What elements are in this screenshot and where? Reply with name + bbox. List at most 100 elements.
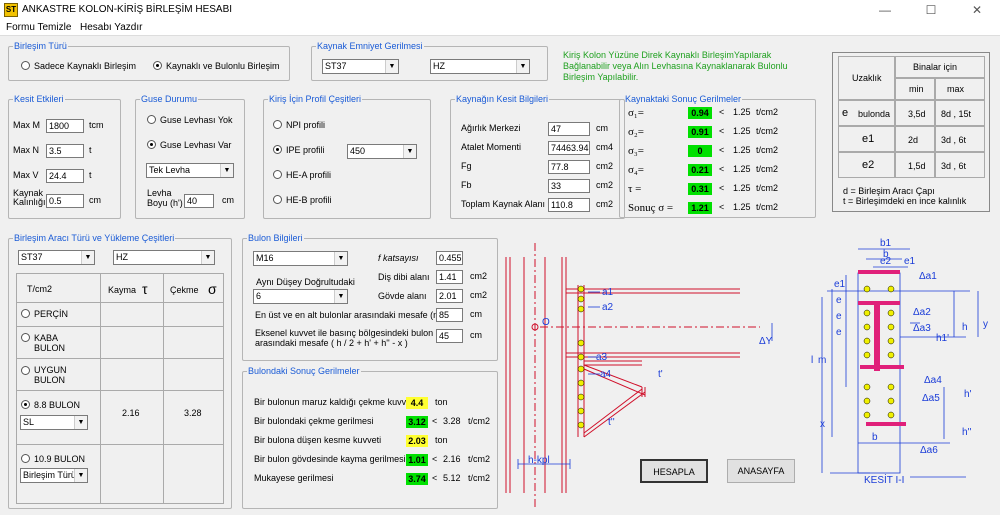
bulon-sonuc-value: 3.12	[406, 416, 428, 428]
b88-type-select[interactable]: SL ▼	[20, 415, 88, 430]
radio-heb[interactable]	[273, 195, 282, 204]
max-n-input[interactable]: 3.5	[46, 144, 84, 158]
menu-hesabi-yazdir[interactable]: Hesabı Yazdır	[80, 22, 142, 33]
levha-boyu-label-1: Levha	[147, 188, 172, 198]
bulon-sonuc-value: 1.01	[406, 454, 428, 466]
ayni-dusey-value: 6	[256, 291, 262, 301]
label-b-bottom: b	[872, 432, 878, 443]
dis-dibi-label: Diş dibi alanı	[378, 272, 430, 282]
guse-type-select[interactable]: Tek Levha ▼	[146, 163, 234, 178]
window-title: ANKASTRE KOLON-KİRİŞ BİRLEŞİM HESABI	[22, 4, 233, 15]
b109-type-value: Birleşim Türü	[23, 470, 76, 480]
label-percin: PERÇİN	[34, 309, 69, 319]
arac-steel-select[interactable]: ST37 ▼	[18, 250, 95, 265]
max-value: 3d , 6t	[941, 135, 967, 145]
menu-bar: Formu Temizle Hesabı Yazdır	[0, 20, 1000, 36]
close-button[interactable]: ✕	[954, 0, 1000, 20]
label-da1: Δa1	[919, 271, 937, 282]
chevron-down-icon: ▼	[74, 469, 87, 482]
min-value: 3,5d	[908, 109, 926, 119]
radio-guse-yok[interactable]	[147, 115, 156, 124]
sonuc-limit: 1.25	[733, 126, 751, 136]
chevron-down-icon: ▼	[334, 252, 347, 265]
bulon-sonuc-lt: <	[432, 454, 438, 464]
label-h: h	[962, 322, 968, 333]
max-m-unit: tcm	[89, 120, 104, 130]
bulon-sonuc-value: 4.4	[406, 397, 428, 409]
chevron-down-icon: ▼	[334, 290, 347, 303]
sonuc-unit: t/cm2	[756, 145, 779, 155]
bulon-sonuc-limit: 5.12	[443, 473, 461, 483]
radio-percin[interactable]	[21, 309, 30, 318]
radio-kaba-bulon[interactable]	[21, 333, 30, 342]
radio-sadece-kaynakli[interactable]	[21, 61, 30, 70]
mesafe-m-input[interactable]: 85	[436, 308, 463, 322]
label-ipe: IPE profili	[286, 145, 325, 155]
arac-load-select[interactable]: HZ ▼	[113, 250, 215, 265]
label-kaba-2: BULON	[34, 343, 66, 353]
radio-ipe[interactable]	[273, 145, 282, 154]
kesit-row-value[interactable]: 74463.94	[548, 141, 590, 155]
sonuc-value: 0.31	[688, 183, 712, 195]
chevron-down-icon: ▼	[385, 60, 398, 73]
b109-type-select[interactable]: Birleşim Türü ▼	[20, 468, 88, 483]
radio-10-9-bulon[interactable]	[21, 454, 30, 463]
kesit-row-value[interactable]: 77.8	[548, 160, 590, 174]
uzaklik-header: Uzaklık	[852, 73, 882, 83]
radio-guse-var[interactable]	[147, 140, 156, 149]
bulon-sonuc-lt: <	[432, 416, 438, 426]
kaynak-unit: cm	[89, 195, 101, 205]
dis-dibi-unit: cm2	[470, 271, 488, 281]
menu-formu-temizle[interactable]: Formu Temizle	[6, 22, 71, 33]
radio-8-8-bulon[interactable]	[21, 400, 30, 409]
govde-alani-label: Gövde alanı	[378, 291, 427, 301]
arac-load-value: HZ	[116, 252, 128, 262]
label-l: l	[811, 355, 813, 366]
kaynak-kalinligi-input[interactable]: 0.5	[46, 194, 84, 208]
levha-boyu-unit: cm	[222, 195, 234, 205]
sonuc-lt: <	[719, 107, 725, 117]
label-e1-top: e1	[904, 256, 916, 267]
hdr-kayma: Kayma	[108, 285, 137, 295]
ayni-dusey-select[interactable]: 6 ▼	[253, 289, 348, 304]
chevron-down-icon: ▼	[74, 416, 87, 429]
label-t2: t''	[608, 417, 615, 428]
max-v-label: Max V	[13, 170, 39, 180]
f-katsayisi-input[interactable]: 0.455	[436, 251, 463, 265]
label-e-2: e	[836, 311, 842, 322]
kesit-row-value[interactable]: 47	[548, 122, 590, 136]
label-hkpl: h-kpl	[528, 455, 550, 466]
kesit-row-label: Toplam Kaynak Alanı	[461, 199, 546, 209]
label-da5: Δa5	[922, 393, 940, 404]
radio-kaynakli-bulonlu[interactable]	[153, 61, 162, 70]
uzaklik-row-symbol: e	[842, 107, 849, 119]
dis-dibi-input[interactable]: 1.41	[436, 270, 463, 284]
ipe-size-select[interactable]: 450 ▼	[347, 144, 417, 159]
minimize-button[interactable]: —	[862, 0, 908, 20]
maximize-button[interactable]: ☐	[908, 0, 954, 20]
levha-boyu-input[interactable]: 40	[184, 194, 214, 208]
emniyet-load-select[interactable]: HZ ▼	[430, 59, 530, 74]
f-katsayisi-label: f katsayısı	[378, 253, 419, 263]
kesit-row-value[interactable]: 110.8	[548, 198, 590, 212]
label-m: m	[818, 355, 826, 366]
emniyet-load-value: HZ	[433, 61, 445, 71]
radio-npi[interactable]	[273, 120, 282, 129]
hdr-unit: T/cm2	[27, 284, 53, 294]
eksenel-input[interactable]: 45	[436, 329, 463, 343]
emniyet-steel-select[interactable]: ST37 ▼	[322, 59, 399, 74]
kesit-row-value[interactable]: 33	[548, 179, 590, 193]
sonuc-value: 1.21	[688, 202, 712, 214]
radio-hea[interactable]	[273, 170, 282, 179]
govde-alani-unit: cm2	[470, 290, 488, 300]
govde-alani-input[interactable]: 2.01	[436, 289, 463, 303]
label-a3: a3	[596, 352, 608, 363]
bulon-size-select[interactable]: M16 ▼	[253, 251, 348, 266]
bulon-sonuc-unit: t/cm2	[468, 454, 491, 464]
radio-uygun-bulon[interactable]	[21, 366, 30, 375]
levha-boyu-label-2: Boyu (h')	[147, 198, 183, 208]
max-v-input[interactable]: 24.4	[46, 169, 84, 183]
label-da2: Δa2	[913, 307, 931, 318]
label-guse-yok: Guse Levhası Yok	[160, 115, 233, 125]
max-m-input[interactable]: 1800	[46, 119, 84, 133]
